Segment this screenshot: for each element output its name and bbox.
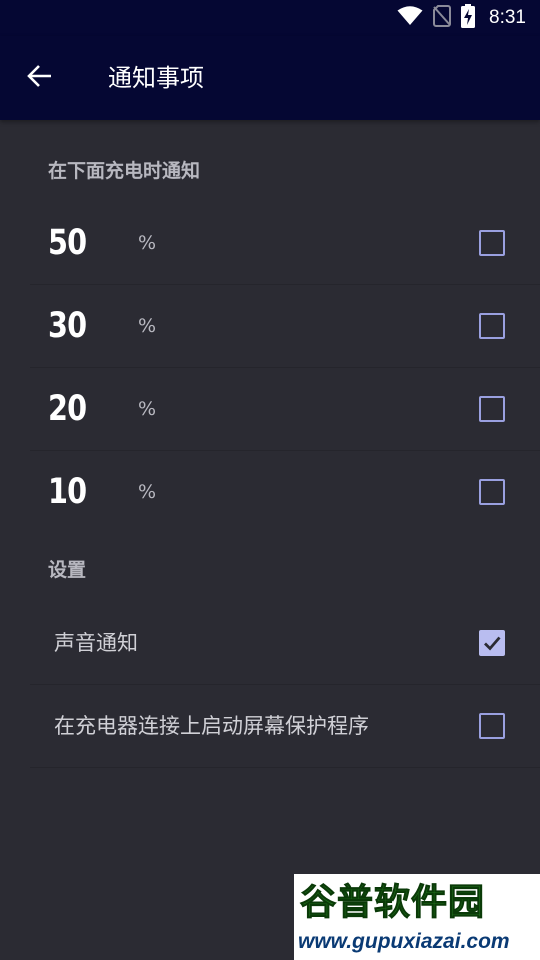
watermark-title: 谷普软件园	[300, 882, 486, 924]
page-title: 通知事项	[108, 64, 204, 92]
watermark-logo: 谷普软件园 www.gupuxiazai.com	[294, 874, 540, 960]
screensaver-checkbox[interactable]	[479, 713, 505, 739]
watermark-url: www.gupuxiazai.com	[298, 930, 510, 953]
charge-level-value: 10	[48, 472, 87, 512]
charge-level-unit: %	[138, 398, 157, 420]
status-time: 8:31	[489, 7, 526, 28]
wifi-icon	[397, 6, 423, 30]
charge-level-unit: %	[138, 315, 157, 337]
arrow-left-icon	[26, 62, 54, 94]
charge-level-checkbox[interactable]	[479, 479, 505, 505]
charge-level-value: 30	[48, 306, 87, 346]
charge-level-unit: %	[138, 481, 157, 503]
setting-row-sound-notification[interactable]: 声音通知	[30, 602, 540, 685]
charge-level-checkbox[interactable]	[479, 396, 505, 422]
charge-level-value: 20	[48, 389, 87, 429]
setting-label: 声音通知	[54, 631, 138, 655]
charge-level-row-50[interactable]: 50 %	[30, 202, 540, 285]
back-button[interactable]	[20, 58, 60, 98]
section-header-charging: 在下面充电时通知	[48, 160, 201, 182]
section-header-settings: 设置	[48, 559, 87, 581]
charge-level-checkbox[interactable]	[479, 313, 505, 339]
charge-level-checkbox[interactable]	[479, 230, 505, 256]
charge-level-unit: %	[138, 232, 157, 254]
charge-level-row-10[interactable]: 10 %	[30, 451, 540, 533]
checkmark-icon	[484, 636, 501, 651]
setting-row-screensaver[interactable]: 在充电器连接上启动屏幕保护程序	[30, 685, 540, 768]
battery-charging-icon	[461, 4, 476, 32]
setting-label: 在充电器连接上启动屏幕保护程序	[54, 714, 369, 738]
status-icons: 8:31	[397, 4, 526, 32]
no-sim-icon	[433, 5, 452, 31]
charge-level-value: 50	[48, 223, 87, 263]
sound-notification-checkbox[interactable]	[479, 630, 505, 656]
charge-level-row-20[interactable]: 20 %	[30, 368, 540, 451]
status-bar: 8:31	[0, 0, 540, 36]
app-bar: 通知事项	[0, 36, 540, 120]
charge-level-row-30[interactable]: 30 %	[30, 285, 540, 368]
